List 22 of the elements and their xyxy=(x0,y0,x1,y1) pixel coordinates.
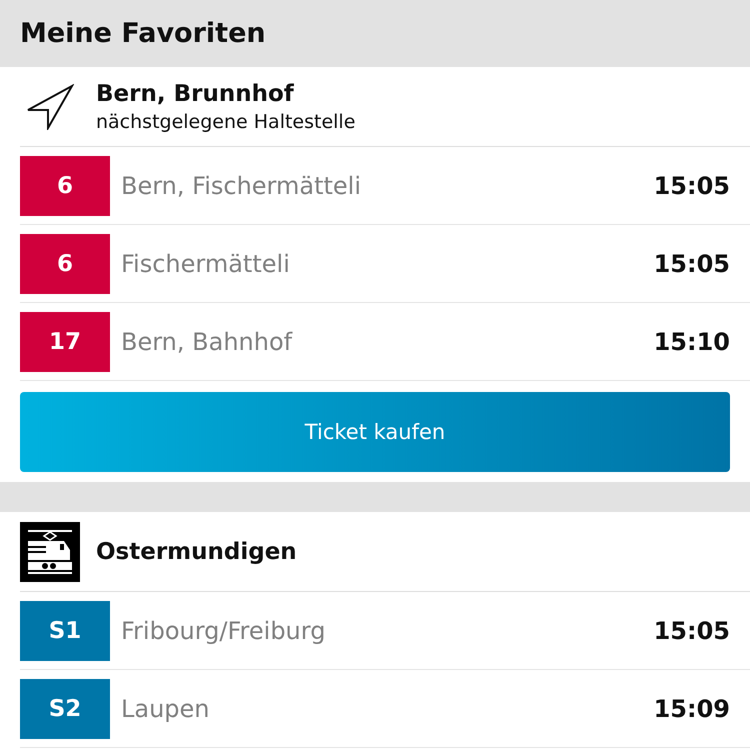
destination: Laupen xyxy=(121,694,210,722)
departure-time: 15:05 xyxy=(654,616,730,644)
stop-subtitle: nächstgelegene Haltestelle xyxy=(96,110,356,132)
line-badge: S2 xyxy=(20,678,110,738)
line-badge: S1 xyxy=(20,600,110,660)
departure-time: 15:05 xyxy=(654,172,730,200)
line-badge: 17 xyxy=(20,312,110,372)
destination: Fribourg/Freiburg xyxy=(121,616,326,644)
line-badge: 6 xyxy=(20,234,110,294)
stop-name: Bern, Brunnhof xyxy=(96,80,295,106)
departure-time: 15:05 xyxy=(654,250,730,278)
destination: Bern, Fischermätteli xyxy=(121,172,362,200)
stop-name: Ostermundigen xyxy=(96,538,297,564)
navigation-arrow-icon xyxy=(26,84,74,130)
departure-time: 15:09 xyxy=(654,694,730,722)
train-icon xyxy=(20,522,80,582)
destination: Fischermätteli xyxy=(121,250,291,278)
line-badge: 6 xyxy=(20,156,110,216)
departure-time: 15:10 xyxy=(654,328,730,356)
ticket-button[interactable]: Ticket kaufen xyxy=(20,392,730,472)
page-title: Meine Favoriten xyxy=(20,18,266,49)
destination: Bern, Bahnhof xyxy=(121,328,294,356)
